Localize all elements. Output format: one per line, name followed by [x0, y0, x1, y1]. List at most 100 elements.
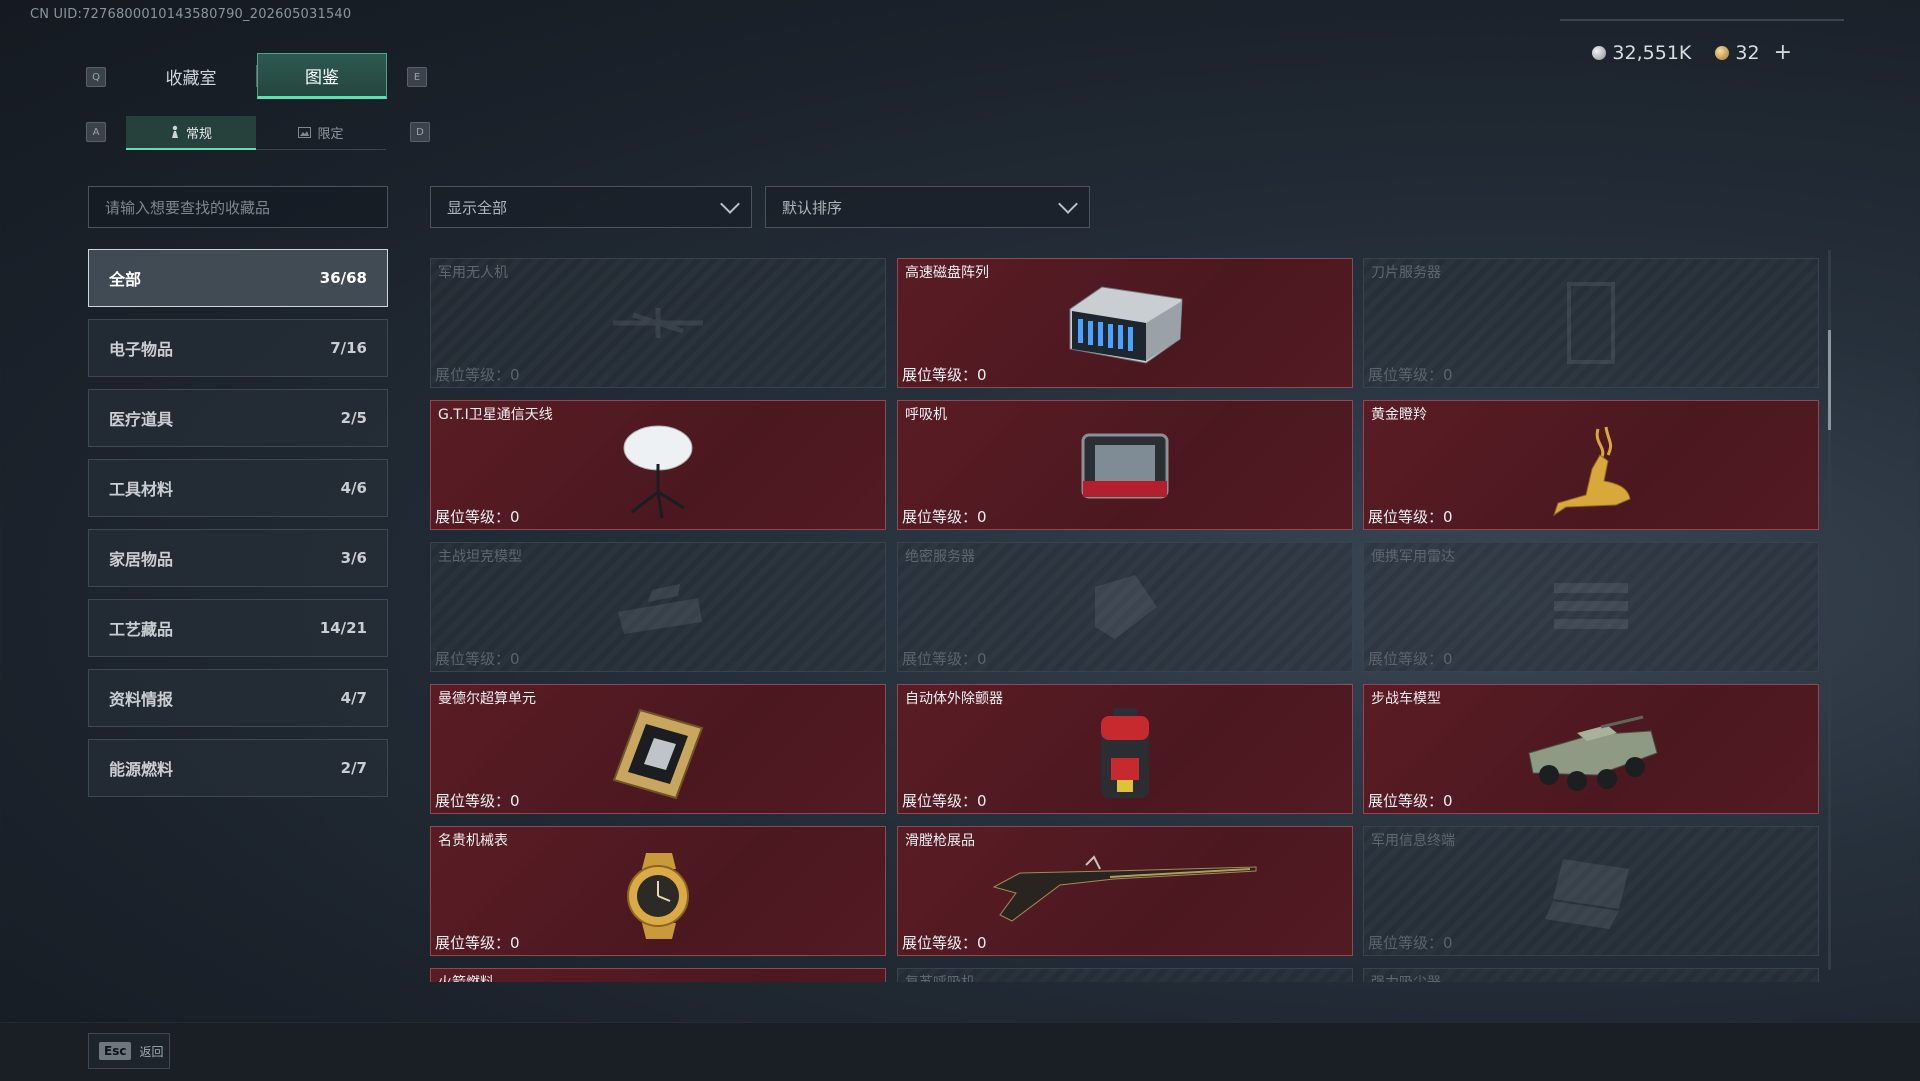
key-hint-q: Q [86, 67, 106, 87]
tab-collection-room[interactable]: 收藏室 [126, 53, 256, 99]
collection-card-mandel-compute-unit[interactable]: 曼德尔超算单元 展位等级：0 [430, 684, 886, 814]
item-name: 便携军用雷达 [1371, 549, 1455, 565]
chevron-down-icon [720, 194, 740, 214]
bottom-bar [0, 1022, 1920, 1081]
disk-array-icon [1069, 286, 1183, 364]
collection-card-portable-radar[interactable]: 便携军用雷达 展位等级：0 [1363, 542, 1819, 672]
terminal-icon [1545, 859, 1629, 929]
display-level: 展位等级：0 [1368, 508, 1453, 526]
sub-tabs: 常规 限定 [126, 116, 386, 150]
silver-coin-icon [1592, 45, 1607, 60]
category-count: 3/6 [340, 549, 367, 567]
collection-card-military-drone[interactable]: 军用无人机 展位等级：0 [430, 258, 886, 388]
item-name: G.T.I卫星通信天线 [438, 407, 553, 423]
collection-card-vacuum-cleaner[interactable]: 强力吸尘器 [1363, 968, 1819, 982]
category-household[interactable]: 家居物品 3/6 [88, 529, 388, 587]
category-label: 全部 [109, 270, 142, 289]
defibrillator-icon [1101, 708, 1149, 799]
back-label: 返回 [139, 1044, 164, 1059]
item-name: 主战坦克模型 [438, 549, 522, 565]
item-name: 高速磁盘阵列 [905, 265, 989, 281]
collection-card-classified-server[interactable]: 绝密服务器 展位等级：0 [897, 542, 1353, 672]
category-count: 7/16 [330, 339, 367, 357]
key-hint-a: A [86, 122, 106, 142]
category-label: 能源燃料 [109, 760, 174, 779]
tab-codex[interactable]: 图鉴 [257, 53, 387, 99]
sort-dropdown[interactable]: 默认排序 [765, 186, 1090, 228]
item-name: 绝密服务器 [905, 549, 975, 565]
chevron-down-icon [1058, 194, 1078, 214]
display-level: 展位等级：0 [1368, 366, 1453, 384]
collection-card-tank-model[interactable]: 主战坦克模型 展位等级：0 [430, 542, 886, 672]
collection-card-aed[interactable]: 自动体外除颤器 展位等级：0 [897, 684, 1353, 814]
compute-unit-icon [612, 708, 704, 800]
category-count: 4/7 [340, 689, 367, 707]
item-name: 自动体外除颤器 [905, 691, 1003, 707]
collection-card-ventilator[interactable]: 呼吸机 展位等级：0 [897, 400, 1353, 530]
category-label: 工具材料 [109, 480, 174, 499]
display-level: 展位等级：0 [902, 792, 987, 810]
collection-card-disk-array[interactable]: 高速磁盘阵列 展位等级：0 [897, 258, 1353, 388]
display-level: 展位等级：0 [435, 650, 520, 668]
subtab-regular-label: 常规 [185, 126, 212, 142]
category-all[interactable]: 全部 36/68 [88, 249, 388, 307]
category-crafts[interactable]: 工艺藏品 14/21 [88, 599, 388, 657]
display-level: 展位等级：0 [435, 366, 520, 384]
collection-card-blade-server[interactable]: 刀片服务器 展位等级：0 [1363, 258, 1819, 388]
collection-card-rocket-fuel[interactable]: 火箭燃料 [430, 968, 886, 982]
drone-icon [613, 308, 703, 338]
category-count: 2/5 [340, 409, 367, 427]
collection-card-musket[interactable]: 滑膛枪展品 展位等级：0 [897, 826, 1353, 956]
golden-gazelle-icon [1553, 427, 1631, 517]
uid-text: CN UID:7276800010143580790_202605031540 [30, 7, 352, 22]
category-count: 2/7 [340, 759, 367, 777]
search-input[interactable]: 请输入想要查找的收藏品 [88, 186, 388, 228]
category-label: 资料情报 [109, 690, 174, 709]
category-label: 家居物品 [109, 550, 174, 569]
category-count: 14/21 [319, 619, 367, 637]
item-name: 火箭燃料 [438, 972, 494, 982]
subtab-limited[interactable]: 限定 [256, 116, 386, 150]
radar-icon [1554, 583, 1628, 629]
tank-model-icon [618, 584, 702, 634]
collection-card-luxury-watch[interactable]: 名贵机械表 展位等级：0 [430, 826, 886, 956]
watch-icon [627, 853, 689, 940]
display-level: 展位等级：0 [902, 366, 987, 384]
satellite-dish-icon [623, 425, 693, 519]
category-medical[interactable]: 医疗道具 2/5 [88, 389, 388, 447]
currency-bar: 32,551K 32 + [1592, 40, 1792, 65]
add-currency-button[interactable]: + [1774, 40, 1792, 65]
collection-card-military-terminal[interactable]: 军用信息终端 展位等级：0 [1363, 826, 1819, 956]
back-button[interactable]: Esc 返回 [88, 1033, 170, 1069]
item-name: 呼吸机 [905, 407, 947, 423]
item-name: 刀片服务器 [1371, 265, 1441, 281]
server-icon [1095, 575, 1157, 639]
key-hint-e: E [407, 67, 427, 87]
collection-card-satellite-antenna[interactable]: G.T.I卫星通信天线 展位等级：0 [430, 400, 886, 530]
category-electronics[interactable]: 电子物品 7/16 [88, 319, 388, 377]
item-name: 复苏呼吸机 [905, 972, 975, 982]
sort-dropdown-value: 默认排序 [782, 198, 843, 217]
esc-key-icon: Esc [99, 1042, 132, 1060]
item-name: 强力吸尘器 [1371, 972, 1441, 982]
category-label: 电子物品 [109, 340, 174, 359]
category-energy[interactable]: 能源燃料 2/7 [88, 739, 388, 797]
item-name: 黄金瞪羚 [1371, 407, 1427, 423]
filter-dropdown[interactable]: 显示全部 [430, 186, 752, 228]
display-level: 展位等级：0 [435, 934, 520, 952]
gold-amount: 32 [1735, 41, 1760, 64]
ventilator-icon [1081, 433, 1169, 499]
silver-amount: 32,551K [1612, 41, 1692, 64]
category-intel[interactable]: 资料情报 4/7 [88, 669, 388, 727]
figure-icon [171, 125, 178, 138]
grid-scrollbar-thumb[interactable] [1828, 330, 1831, 430]
subtab-regular[interactable]: 常规 [126, 116, 256, 150]
collection-card-resuscitation-ventilator[interactable]: 复苏呼吸机 [897, 968, 1353, 982]
category-tools[interactable]: 工具材料 4/6 [88, 459, 388, 517]
item-name: 军用无人机 [438, 265, 508, 281]
collection-card-golden-gazelle[interactable]: 黄金瞪羚 展位等级：0 [1363, 400, 1819, 530]
collection-card-ifv-model[interactable]: 步战车模型 展位等级：0 [1363, 684, 1819, 814]
display-level: 展位等级：0 [1368, 792, 1453, 810]
display-level: 展位等级：0 [435, 792, 520, 810]
display-level: 展位等级：0 [435, 508, 520, 526]
